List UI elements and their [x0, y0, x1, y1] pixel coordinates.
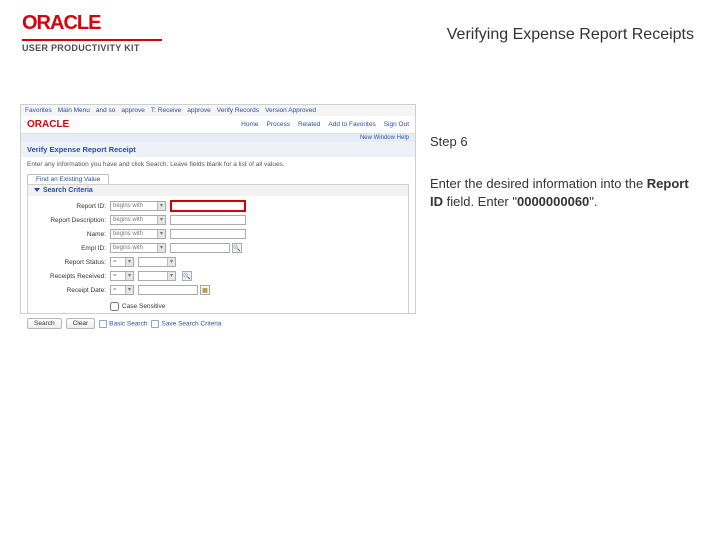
- criteria-label: Empl ID:: [34, 245, 110, 252]
- brand-name: ORACLE: [22, 12, 162, 35]
- crumb[interactable]: Main Menu: [58, 107, 90, 114]
- empl-id-input[interactable]: [170, 243, 230, 253]
- chevron-down-icon: ▾: [125, 286, 133, 294]
- section-note: Enter any information you have and click…: [21, 157, 415, 172]
- collapse-icon: [34, 188, 40, 192]
- instruction-tail: ".: [589, 194, 597, 209]
- instruction-value: 0000000060: [517, 194, 589, 209]
- criteria-row-name: Name: begins with ▾: [34, 228, 402, 240]
- search-header-label: Search Criteria: [43, 187, 93, 194]
- crumb[interactable]: approve: [187, 107, 211, 114]
- instruction-text: Enter the desired information into the R…: [430, 175, 700, 210]
- instruction-panel: Step 6 Enter the desired information int…: [430, 134, 700, 210]
- brand-subtitle: USER PRODUCTIVITY KIT: [22, 43, 162, 53]
- lookup-icon[interactable]: 🔍: [232, 243, 242, 253]
- action-bar: Search Clear Basic Search Save Search Cr…: [27, 318, 409, 329]
- operator-select[interactable]: =▾: [110, 271, 134, 281]
- operator-value: =: [113, 287, 117, 293]
- section-title: Verify Expense Report Receipt: [21, 142, 415, 157]
- save-search-label: Save Search Criteria: [161, 320, 221, 327]
- chevron-down-icon: ▾: [157, 244, 165, 252]
- operator-value: =: [113, 273, 117, 279]
- application-frame: Favorites Main Menu and so approve T: Re…: [20, 104, 416, 314]
- criteria-label: Name:: [34, 231, 110, 238]
- link-icon: [99, 320, 107, 328]
- app-banner: ORACLE Home Process Related Add to Favor…: [21, 116, 415, 134]
- criteria-label: Receipts Received:: [34, 273, 110, 280]
- instruction-mid: field. Enter ": [443, 194, 517, 209]
- chevron-down-icon: ▾: [157, 216, 165, 224]
- app-logo: ORACLE: [27, 119, 69, 130]
- criteria-row-report-id: Report ID: begins with ▾: [34, 200, 402, 212]
- operator-select[interactable]: =▾: [110, 257, 134, 267]
- criteria-row-receipts-received: Receipts Received: =▾ ▾ 🔍: [34, 270, 402, 282]
- case-sensitive-label: Case Sensitive: [122, 303, 165, 310]
- page-title: Verifying Expense Report Receipts: [447, 26, 694, 44]
- operator-value: =: [113, 259, 117, 265]
- chevron-down-icon: ▾: [157, 202, 165, 210]
- save-search-link[interactable]: Save Search Criteria: [151, 320, 221, 328]
- crumb[interactable]: and so: [96, 107, 116, 114]
- nav-process[interactable]: Process: [266, 121, 289, 128]
- app-utility-bar[interactable]: New Window Help: [21, 134, 415, 142]
- operator-value: begins with: [113, 203, 143, 209]
- calendar-icon[interactable]: ▦: [200, 285, 210, 295]
- crumb[interactable]: Version Approved: [265, 107, 316, 114]
- criteria-label: Report ID:: [34, 203, 110, 210]
- tab-find-existing[interactable]: Find an Existing Value: [27, 174, 109, 184]
- operator-value: begins with: [113, 217, 143, 223]
- receipt-date-input[interactable]: [138, 285, 198, 295]
- search-header[interactable]: Search Criteria: [28, 185, 408, 196]
- criteria-label: Receipt Date:: [34, 287, 110, 294]
- chevron-down-icon: ▾: [167, 272, 175, 280]
- case-sensitive-row: Case Sensitive: [28, 302, 408, 313]
- crumb[interactable]: approve: [121, 107, 145, 114]
- tab-strip: Find an Existing Value: [27, 174, 409, 184]
- instruction-lead: Enter the desired information into the: [430, 176, 647, 191]
- basic-search-label: Basic Search: [109, 320, 147, 327]
- operator-select[interactable]: begins with ▾: [110, 243, 166, 253]
- lookup-icon[interactable]: 🔍: [182, 271, 192, 281]
- link-icon: [151, 320, 159, 328]
- criteria-row-report-status: Report Status: =▾ ▾: [34, 256, 402, 268]
- clear-button[interactable]: Clear: [66, 318, 96, 329]
- operator-value: begins with: [113, 231, 143, 237]
- name-input[interactable]: [170, 229, 246, 239]
- operator-select[interactable]: begins with ▾: [110, 229, 166, 239]
- chevron-down-icon: ▾: [125, 258, 133, 266]
- report-status-select[interactable]: ▾: [138, 257, 176, 267]
- nav-signout[interactable]: Sign Out: [384, 121, 409, 128]
- criteria-row-report-description: Report Description: begins with ▾: [34, 214, 402, 226]
- criteria-row-receipt-date: Receipt Date: =▾ ▦: [34, 284, 402, 296]
- basic-search-link[interactable]: Basic Search: [99, 320, 147, 328]
- criteria-label: Report Description:: [34, 217, 110, 224]
- operator-select[interactable]: =▾: [110, 285, 134, 295]
- nav-add-favorites[interactable]: Add to Favorites: [328, 121, 375, 128]
- operator-select[interactable]: begins with ▾: [110, 201, 166, 211]
- nav-related[interactable]: Related: [298, 121, 320, 128]
- search-panel: Search Criteria Report ID: begins with ▾ …: [27, 184, 409, 314]
- crumb[interactable]: T: Receive: [151, 107, 181, 114]
- operator-select[interactable]: begins with ▾: [110, 215, 166, 225]
- step-label: Step 6: [430, 134, 700, 149]
- chevron-down-icon: ▾: [125, 272, 133, 280]
- criteria-row-empl-id: Empl ID: begins with ▾ 🔍: [34, 242, 402, 254]
- crumb[interactable]: Verify Records: [217, 107, 259, 114]
- criteria-label: Report Status:: [34, 259, 110, 266]
- nav-home[interactable]: Home: [241, 121, 258, 128]
- report-description-input[interactable]: [170, 215, 246, 225]
- receipts-received-select[interactable]: ▾: [138, 271, 176, 281]
- criteria-block: Report ID: begins with ▾ Report Descripti…: [28, 196, 408, 302]
- chevron-down-icon: ▾: [157, 230, 165, 238]
- search-button[interactable]: Search: [27, 318, 62, 329]
- report-id-input[interactable]: [170, 200, 246, 212]
- app-nav: Home Process Related Add to Favorites Si…: [241, 121, 409, 128]
- brand-block: ORACLE USER PRODUCTIVITY KIT: [22, 12, 162, 53]
- breadcrumb-bar: Favorites Main Menu and so approve T: Re…: [21, 105, 415, 116]
- case-sensitive-checkbox[interactable]: [110, 302, 119, 311]
- brand-divider: [22, 39, 162, 41]
- chevron-down-icon: ▾: [167, 258, 175, 266]
- operator-value: begins with: [113, 245, 143, 251]
- crumb[interactable]: Favorites: [25, 107, 52, 114]
